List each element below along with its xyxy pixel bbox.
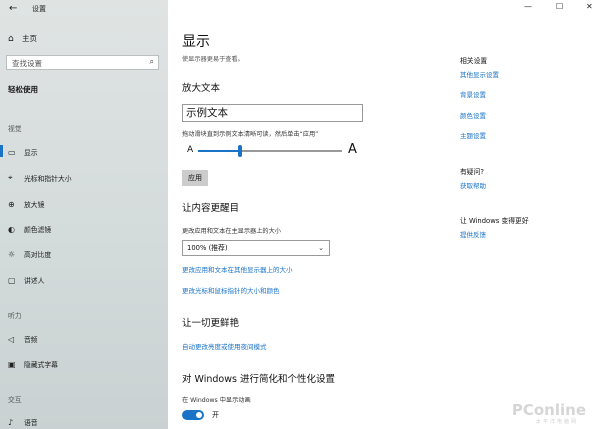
- search-icon[interactable]: ⌕: [150, 57, 154, 67]
- slider-thumb[interactable]: [237, 145, 242, 157]
- get-help-link[interactable]: 获取帮助: [460, 180, 486, 190]
- sidebar-item-narrator[interactable]: ▢ 讲述人: [8, 275, 45, 286]
- sidebar-item-label: 显示: [24, 149, 38, 157]
- text-size-hint: 拖动滑块直到示例文本清晰可读，然后单击“应用”: [182, 131, 319, 138]
- slider-fill: [198, 150, 240, 152]
- sidebar-item-color-filter[interactable]: ◐ 颜色滤镜: [8, 224, 52, 235]
- sidebar-home[interactable]: ⌂ 主页: [8, 33, 37, 44]
- apply-button[interactable]: 应用: [182, 170, 208, 186]
- toggle-knob: [196, 412, 202, 418]
- toggle-state-label: 开: [212, 411, 219, 419]
- sidebar-item-label: 语音: [24, 419, 38, 427]
- sidebar-item-label: 高对比度: [24, 251, 52, 259]
- sidebar-item-cursor[interactable]: ⌖ 光标和指针大小: [8, 173, 72, 183]
- related-link-background[interactable]: 背景设置: [460, 89, 486, 99]
- scale-label: 更改应用和文本在主显示器上的大小: [182, 228, 281, 235]
- contrast-icon: ☼: [8, 249, 16, 259]
- related-link-theme[interactable]: 主题设置: [460, 130, 486, 140]
- audio-icon: ◁: [8, 334, 15, 344]
- sidebar-item-label: 隐藏式字幕: [24, 361, 58, 369]
- main-panel: — ☐ ✕ 显示 使显示器更易于查看。 放大文本 示例文本 拖动滑块直到示例文本…: [168, 0, 600, 429]
- chevron-down-icon: ⌄: [318, 244, 324, 252]
- feedback-link[interactable]: 提供反馈: [460, 229, 486, 239]
- sidebar-item-speech[interactable]: ♪ 语音: [8, 417, 38, 428]
- brighter-heading: 让一切更鲜艳: [182, 318, 240, 329]
- sidebar-item-high-contrast[interactable]: ☼ 高对比度: [8, 249, 52, 260]
- cursor-size-link[interactable]: 更改光标和鼠标指针的大小和颜色: [182, 285, 280, 295]
- bigger-heading: 让内容更醒目: [182, 203, 240, 214]
- close-icon[interactable]: ✕: [586, 2, 593, 11]
- sidebar-group-vision: 视觉: [8, 125, 22, 133]
- page-title: 显示: [182, 34, 210, 50]
- app-title: 设置: [32, 5, 46, 13]
- sidebar-item-label: 音频: [24, 336, 38, 344]
- scale-dropdown-value: 100% (推荐): [187, 244, 228, 252]
- narrator-icon: ▢: [8, 275, 16, 285]
- cursor-icon: ⌖: [8, 173, 13, 182]
- sidebar-group-hearing: 听力: [8, 312, 22, 320]
- simplify-heading: 对 Windows 进行简化和个性化设置: [182, 374, 335, 385]
- sidebar-item-label: 颜色滤镜: [24, 226, 52, 234]
- watermark-logo: PConline: [511, 401, 586, 419]
- maximize-icon[interactable]: ☐: [556, 2, 563, 11]
- animation-label: 在 Windows 中显示动画: [182, 397, 251, 404]
- text-size-heading: 放大文本: [182, 83, 221, 94]
- sidebar: ← 设置 ⌂ 主页 查找设置 ⌕ 轻松使用 视觉 ▭ 显示 ⌖ 光标和指针大小 …: [0, 0, 168, 429]
- sidebar-item-label: 光标和指针大小: [24, 175, 72, 183]
- sample-text-box: 示例文本: [182, 104, 363, 122]
- sidebar-item-captions[interactable]: ▣ 隐藏式字幕: [8, 359, 58, 370]
- display-icon: ▭: [8, 147, 16, 157]
- sidebar-item-label: 讲述人: [24, 277, 45, 285]
- page-subtitle: 使显示器更易于查看。: [182, 56, 244, 63]
- other-display-size-link[interactable]: 更改应用和文本在其他显示器上的大小: [182, 264, 293, 274]
- sidebar-category: 轻松使用: [8, 85, 38, 94]
- captions-icon: ▣: [8, 359, 16, 369]
- slider-max-label: A: [348, 142, 357, 157]
- slider-min-label: A: [187, 145, 194, 155]
- night-light-link[interactable]: 自动更改亮度或使用夜间模式: [182, 341, 267, 351]
- sidebar-item-magnifier[interactable]: ⊕ 放大镜: [8, 199, 45, 210]
- related-link-other-display[interactable]: 其他显示设置: [460, 69, 499, 79]
- related-settings-heading: 相关设置: [460, 57, 488, 65]
- text-size-slider[interactable]: [198, 145, 342, 157]
- minimize-icon[interactable]: —: [524, 2, 532, 11]
- related-link-color[interactable]: 颜色设置: [460, 110, 486, 120]
- home-icon: ⌂: [8, 33, 14, 44]
- sidebar-item-display[interactable]: ▭ 显示: [0, 145, 38, 157]
- sidebar-group-interaction: 交互: [8, 396, 22, 404]
- back-arrow-icon[interactable]: ←: [9, 3, 17, 14]
- scale-dropdown[interactable]: 100% (推荐) ⌄: [182, 240, 330, 256]
- animation-toggle[interactable]: [182, 410, 204, 420]
- watermark-subtitle: 太平洋电脑网: [535, 419, 578, 425]
- sidebar-item-audio[interactable]: ◁ 音频: [8, 334, 38, 345]
- sidebar-item-label: 放大镜: [24, 201, 45, 209]
- color-filter-icon: ◐: [8, 224, 15, 234]
- search-input[interactable]: 查找设置 ⌕: [6, 55, 159, 70]
- question-heading: 有疑问?: [460, 168, 484, 176]
- magnifier-icon: ⊕: [8, 199, 15, 209]
- improve-heading: 让 Windows 变得更好: [460, 217, 529, 225]
- sidebar-home-label: 主页: [22, 34, 37, 43]
- speech-icon: ♪: [8, 417, 14, 427]
- search-placeholder: 查找设置: [12, 59, 42, 68]
